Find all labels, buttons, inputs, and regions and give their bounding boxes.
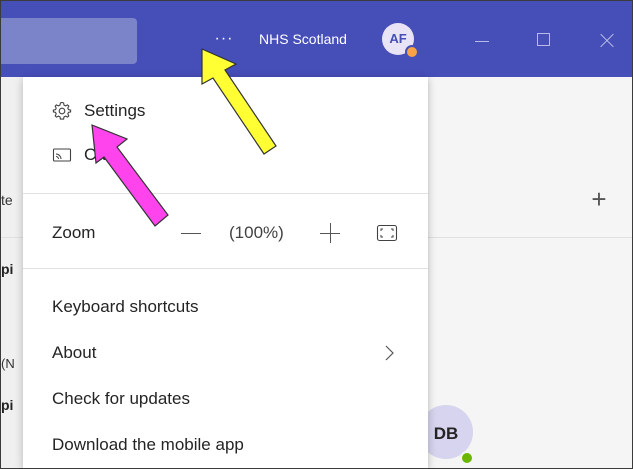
menu-item-label: Keyboard shortcuts bbox=[52, 297, 199, 316]
menu-item-settings[interactable]: Settings bbox=[23, 91, 428, 131]
title-bar: ··· NHS Scotland AF bbox=[1, 1, 632, 77]
menu-item-about[interactable]: About bbox=[23, 333, 428, 373]
zoom-in-button[interactable] bbox=[318, 221, 342, 245]
menu-item-cast[interactable]: Ca bbox=[23, 135, 428, 175]
menu-item-label: Check for updates bbox=[52, 389, 190, 408]
status-badge bbox=[460, 451, 474, 465]
search-input[interactable] bbox=[1, 18, 137, 64]
zoom-level: (100%) bbox=[229, 223, 284, 242]
menu-item-label: Ca bbox=[84, 145, 106, 164]
fullscreen-icon[interactable] bbox=[376, 223, 398, 243]
menu-item-label: Download the mobile app bbox=[52, 435, 244, 454]
background-text-fragment: pi bbox=[1, 261, 14, 277]
cast-icon bbox=[52, 145, 72, 165]
app-window: ··· NHS Scotland AF te pi (N pi + DB Set… bbox=[0, 0, 633, 469]
minimize-button[interactable] bbox=[467, 25, 497, 55]
menu-item-keyboard-shortcuts[interactable]: Keyboard shortcuts bbox=[23, 287, 428, 327]
org-name[interactable]: NHS Scotland bbox=[259, 29, 347, 49]
menu-divider bbox=[23, 268, 428, 269]
status-badge bbox=[405, 45, 419, 59]
add-icon[interactable]: + bbox=[587, 186, 611, 212]
menu-item-check-updates[interactable]: Check for updates bbox=[23, 379, 428, 419]
menu-divider bbox=[23, 193, 428, 194]
zoom-out-button[interactable] bbox=[179, 221, 203, 245]
gear-icon bbox=[52, 101, 72, 121]
background-text-fragment: te bbox=[1, 192, 13, 208]
menu-item-download-mobile-app[interactable]: Download the mobile app bbox=[23, 425, 428, 465]
chevron-right-icon bbox=[383, 342, 397, 364]
menu-item-label: Settings bbox=[84, 101, 146, 120]
maximize-button[interactable] bbox=[529, 25, 559, 55]
background-text-fragment: pi bbox=[1, 397, 14, 413]
menu-item-label: About bbox=[52, 343, 97, 362]
settings-dropdown-menu: Settings Ca Zoom (100%) Keyboard shortcu… bbox=[23, 77, 428, 468]
zoom-row: Zoom (100%) bbox=[23, 211, 428, 255]
close-button[interactable] bbox=[591, 25, 621, 55]
more-options-button[interactable]: ··· bbox=[211, 29, 237, 49]
background-text-fragment: (N bbox=[1, 356, 15, 371]
zoom-label: Zoom bbox=[52, 223, 96, 242]
